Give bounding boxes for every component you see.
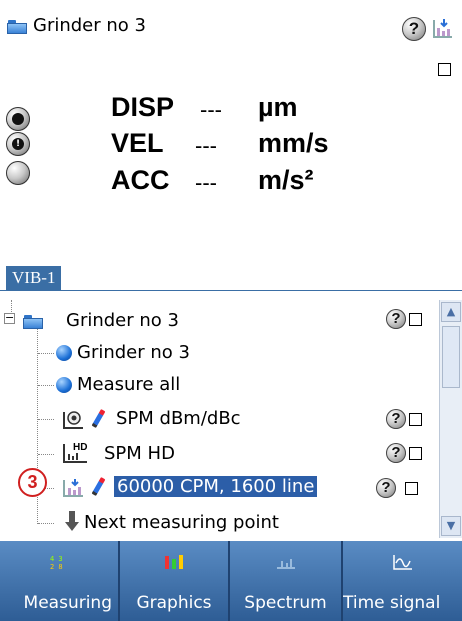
header-checkbox[interactable]: [438, 63, 451, 76]
vel-value: ---: [195, 133, 217, 158]
vel-label: VEL: [111, 128, 164, 158]
tree-root-checkbox[interactable]: [409, 313, 422, 326]
list-item[interactable]: Grinder no 3: [77, 342, 190, 363]
time-signal-button[interactable]: Time signal: [343, 541, 462, 621]
acc-label: ACC: [111, 165, 170, 195]
list-item[interactable]: SPM HD: [104, 443, 175, 464]
disp-value: ---: [200, 97, 222, 122]
graphics-button[interactable]: Graphics: [120, 541, 230, 621]
spm-icon: [63, 411, 83, 429]
scroll-down-icon[interactable]: ▼: [441, 516, 461, 536]
svg-text:4 3: 4 3: [50, 555, 63, 563]
help-icon[interactable]: ?: [376, 478, 396, 498]
spectrum-label: Spectrum: [244, 593, 327, 613]
acc-value: ---: [195, 170, 217, 195]
bottom-toolbar: 4 3 2 8 Measuring Graphics Spectrum Time…: [0, 541, 462, 621]
measuring-label: Measuring: [23, 593, 112, 613]
item-checkbox[interactable]: [409, 447, 422, 460]
measuring-point-icon: [56, 377, 72, 393]
time-signal-label: Time signal: [343, 593, 441, 613]
header-bar: Grinder no 3 ?: [0, 0, 462, 44]
scroll-thumb[interactable]: [442, 326, 460, 388]
acc-indicator: [6, 161, 30, 185]
tree-expander[interactable]: −: [4, 312, 15, 324]
divider-line: [0, 290, 462, 291]
measuring-button[interactable]: 4 3 2 8 Measuring: [0, 541, 120, 621]
svg-text:2 8: 2 8: [50, 563, 63, 571]
list-item[interactable]: Measure all: [77, 374, 180, 395]
help-icon[interactable]: ?: [386, 409, 406, 429]
item-checkbox[interactable]: [409, 413, 422, 426]
disp-indicator: [6, 107, 30, 131]
spectrum-tab-icon: [276, 559, 295, 569]
list-item[interactable]: Next measuring point: [84, 512, 279, 533]
item-checkbox[interactable]: [405, 482, 418, 495]
measuring-point-icon: [56, 345, 72, 361]
list-item-selected[interactable]: 60000 CPM, 1600 line: [112, 475, 319, 498]
vel-indicator: !: [6, 132, 30, 156]
vel-unit: mm/s: [258, 128, 329, 158]
acc-unit: m/s²: [258, 165, 314, 195]
hd-badge: HD: [73, 442, 88, 453]
graphics-icon: [165, 555, 183, 569]
tree-scrollbar[interactable]: ▲ ▼: [439, 300, 462, 538]
tree-root-label[interactable]: Grinder no 3: [66, 310, 179, 331]
help-icon[interactable]: ?: [386, 309, 406, 329]
measuring-icon: 4 3 2 8: [50, 555, 63, 571]
chart-export-icon[interactable]: [432, 18, 454, 40]
pencil-icon: [91, 409, 106, 428]
folder-icon: [7, 20, 27, 34]
list-item[interactable]: SPM dBm/dBc: [116, 408, 241, 429]
disp-label: DISP: [111, 92, 175, 122]
folder-icon: [23, 315, 43, 329]
spectrum-button[interactable]: Spectrum: [230, 541, 343, 621]
next-arrow-icon: [65, 511, 79, 531]
spectrum-icon: [63, 479, 83, 497]
help-icon[interactable]: ?: [402, 17, 426, 41]
step-marker: 3: [18, 468, 47, 497]
pencil-icon: [91, 477, 106, 496]
scroll-up-icon[interactable]: ▲: [441, 302, 461, 322]
header-title: Grinder no 3: [33, 15, 146, 36]
disp-unit: µm: [258, 92, 298, 122]
channel-tag[interactable]: VIB-1: [6, 266, 62, 290]
time-signal-icon: [392, 555, 412, 570]
graphics-label: Graphics: [136, 593, 212, 613]
help-icon[interactable]: ?: [386, 443, 406, 463]
